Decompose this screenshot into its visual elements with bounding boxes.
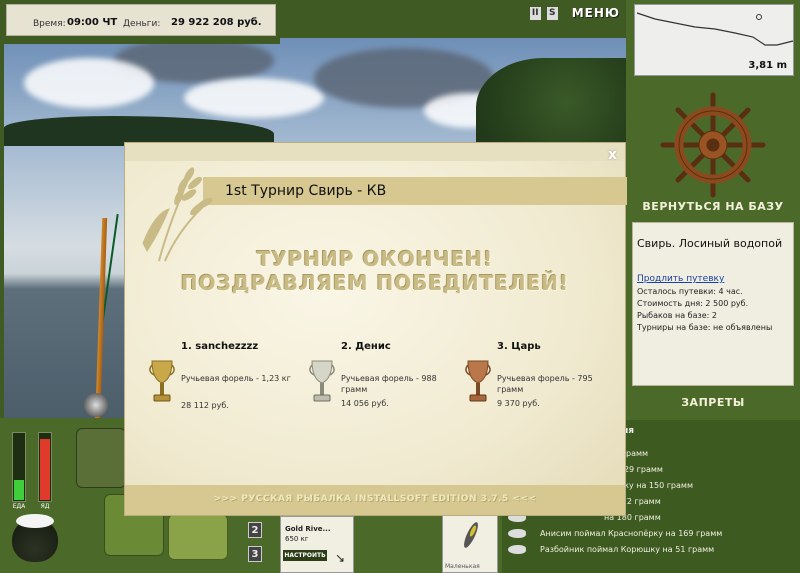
fish-icon — [508, 529, 526, 538]
stamina-meter — [38, 432, 52, 502]
sound-icon[interactable]: S — [546, 6, 558, 20]
fish-icon — [508, 545, 526, 554]
tournament-title: 1st Турнир Свирь - КВ — [225, 183, 387, 199]
pot-contents — [16, 514, 54, 528]
slot-2[interactable]: 2 — [248, 522, 262, 538]
lure-icon — [464, 522, 478, 548]
winner-1-prize: 28 112 руб. — [181, 401, 229, 410]
close-icon[interactable]: x — [608, 147, 617, 163]
dialog-titlebar: 1st Турнир Свирь - КВ — [203, 177, 627, 205]
headline-congrats: ПОЗДРАВЛЯЕМ ПОБЕДИТЕЛЕЙ! — [180, 271, 570, 295]
return-to-base-button[interactable]: ВЕРНУТЬСЯ НА БАЗУ — [626, 200, 800, 213]
money-label: Деньги: — [123, 19, 161, 29]
money-value: 29 922 208 руб. — [171, 17, 262, 28]
day-cost: Стоимость дня: 2 500 руб. — [637, 299, 749, 308]
reel-icon[interactable] — [84, 393, 108, 417]
winner-3-prize: 9 370 руб. — [497, 399, 540, 408]
tackle-info: Gold Rive... 650 кг НАСТРОИТЬ ↘ — [280, 516, 354, 573]
lure-slot[interactable]: Маленькая — [442, 510, 498, 573]
bucket-icon[interactable] — [168, 514, 228, 560]
tackle-name: Gold Rive... — [285, 525, 331, 533]
permit-remaining: Осталось путевки: 4 час. — [637, 287, 743, 296]
location-info: Свирь. Лосиный водопой Продлить путевку … — [632, 222, 794, 386]
fishing-rod[interactable] — [93, 217, 108, 418]
tournament-results-dialog: 1st Турнир Свирь - КВ x ТУРНИР ОКОНЧЕН! … — [124, 142, 627, 516]
arrow-icon[interactable]: ↘ — [335, 551, 345, 565]
depth-value: 3,81 m — [748, 60, 787, 71]
location-title: Свирь. Лосиный водопой — [637, 237, 783, 250]
pause-icon[interactable]: II — [529, 6, 541, 20]
time-label: Время: — [33, 19, 66, 29]
winner-3-name: 3. Царь — [497, 341, 541, 352]
gold-cup-icon — [149, 360, 175, 402]
depth-map[interactable]: 3,81 m — [634, 4, 794, 76]
ship-wheel-icon[interactable] — [626, 90, 800, 200]
slot-3[interactable]: 3 — [248, 546, 262, 562]
winner-2-name: 2. Денис — [341, 341, 391, 352]
food-meter — [12, 432, 26, 502]
winner-2-fish: Ручьевая форель - 988 грамм — [341, 374, 437, 394]
silver-cup-icon — [309, 360, 335, 402]
tackle-bag-icon[interactable] — [76, 428, 126, 488]
headline-finished: ТУРНИР ОКОНЧЕН! — [256, 247, 494, 271]
edition-text: >>> РУССКАЯ РЫБАЛКА INSTALLSOFT EDITION … — [213, 494, 537, 504]
bronze-cup-icon — [465, 360, 491, 402]
bans-button[interactable]: ЗАПРЕТЫ — [626, 396, 800, 409]
dialog-footer: >>> РУССКАЯ РЫБАЛКА INSTALLSOFT EDITION … — [125, 485, 625, 515]
list-item: Анисим поймал Краснопёрку на 169 грамм — [508, 526, 796, 542]
top-icons: II S МЕНЮ — [529, 6, 620, 20]
winner-2-prize: 14 056 руб. — [341, 399, 389, 408]
fishers-count: Рыбаков на базе: 2 — [637, 311, 717, 320]
lure-label: Маленькая — [445, 563, 480, 570]
winner-1-fish: Ручьевая форель - 1,23 кг — [181, 374, 291, 383]
food-label: ЕДА — [12, 503, 26, 510]
status-box: Время: 09:00 ЧТ Деньги: 29 922 208 руб. — [6, 4, 276, 36]
float-icon — [756, 14, 762, 20]
time-value: 09:00 ЧТ — [67, 17, 118, 28]
status-bar: Время: 09:00 ЧТ Деньги: 29 922 208 руб. — [0, 0, 280, 44]
setup-button[interactable]: НАСТРОИТЬ — [283, 550, 327, 561]
cloud — [184, 78, 324, 118]
stamina-label: ЯД — [40, 503, 50, 510]
extend-permit-link[interactable]: Продлить путевку — [637, 274, 789, 284]
tackle-weight: 650 кг — [285, 535, 309, 543]
cloud — [24, 58, 154, 108]
winner-1-name: 1. sanchezzzz — [181, 341, 259, 352]
menu-button[interactable]: МЕНЮ — [572, 6, 620, 20]
winner-3-fish: Ручьевая форель - 795 грамм — [497, 374, 593, 394]
tournaments-info: Турниры на базе: не объявлены — [637, 323, 773, 332]
list-item: Разбойник поймал Корюшку на 51 грамм — [508, 542, 796, 558]
